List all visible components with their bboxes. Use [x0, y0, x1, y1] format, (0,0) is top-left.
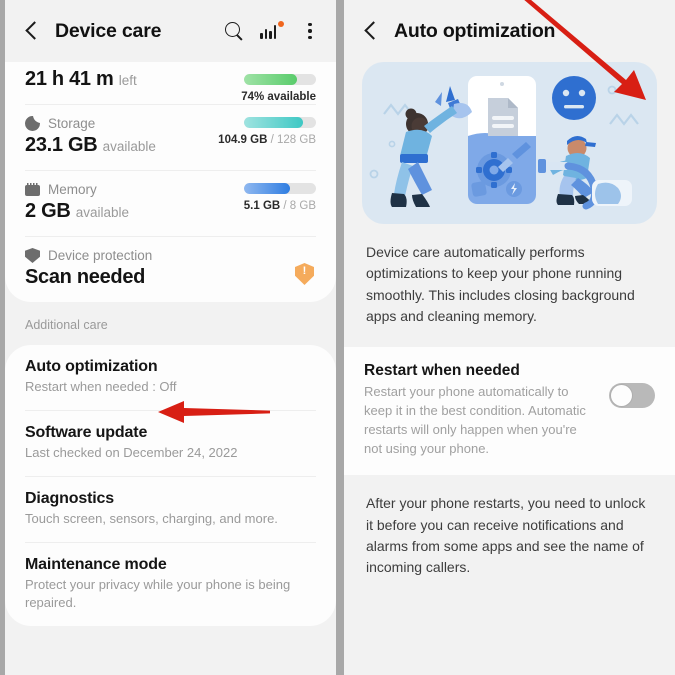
protection-value: Scan needed [25, 266, 146, 288]
storage-meter-text: 104.9 GB / 128 GB [218, 134, 316, 146]
appbar-actions [222, 19, 322, 43]
restart-when-needed-toggle[interactable] [609, 383, 655, 409]
illustration-wrap [344, 62, 675, 224]
storage-meter-fill [244, 117, 304, 128]
left-appbar: Device care [5, 0, 336, 62]
more-options-icon[interactable] [298, 19, 322, 43]
battery-meter-fill [244, 74, 298, 85]
right-appbar: Auto optimization [344, 0, 675, 62]
battery-meter-text: 74% available [241, 91, 316, 103]
page-title: Auto optimization [394, 19, 556, 42]
section-label-additional-care: Additional care [25, 318, 108, 332]
setting-title: Restart when needed [364, 362, 520, 380]
pie-chart-icon [25, 115, 41, 131]
storage-meter: 104.9 GB / 128 GB [184, 117, 316, 146]
device-care-panel: Device care 21 h 41 m left 74% available… [5, 0, 336, 675]
memory-chip-icon [25, 182, 40, 196]
list-item-software-update[interactable]: Software update Last checked on December… [25, 409, 316, 476]
memory-meter-track [244, 183, 316, 194]
notification-badge-dot [278, 21, 284, 27]
storage-meter-track [244, 117, 316, 128]
device-care-scroll[interactable]: 21 h 41 m left 74% available Storage 23.… [5, 62, 336, 626]
additional-care-card: Auto optimization Restart when needed : … [5, 345, 336, 626]
back-chevron-icon[interactable] [358, 18, 384, 44]
status-row-device-protection[interactable]: Device protection Scan needed [25, 236, 316, 302]
list-item-maintenance-mode[interactable]: Maintenance mode Protect your privacy wh… [25, 541, 316, 626]
status-row-storage[interactable]: Storage 23.1 GB available 104.9 GB / 128… [25, 104, 316, 170]
status-row-memory[interactable]: Memory 2 GB available 5.1 GB / 8 GB [25, 170, 316, 236]
auto-optimization-description: Device care automatically performs optim… [366, 244, 635, 324]
list-item-diagnostics[interactable]: Diagnostics Touch screen, sensors, charg… [25, 475, 316, 542]
shield-icon [25, 248, 40, 263]
setting-description: Restart your phone automatically to keep… [364, 384, 586, 456]
status-card: 21 h 41 m left 74% available Storage 23.… [5, 62, 336, 302]
page-title: Device care [55, 19, 162, 42]
bar-chart-icon[interactable] [260, 19, 284, 43]
protection-head: Device protection [25, 248, 316, 263]
memory-meter-fill [244, 183, 291, 194]
status-row-battery[interactable]: 21 h 41 m left 74% available [25, 62, 316, 104]
memory-meter-text: 5.1 GB / 8 GB [243, 200, 316, 212]
restart-when-needed-setting[interactable]: Restart when needed Restart your phone a… [344, 347, 675, 476]
memory-meter: 5.1 GB / 8 GB [184, 183, 316, 212]
screenshot-stage: Device care 21 h 41 m left 74% available… [0, 0, 675, 675]
device-care-optimization-illustration [362, 62, 657, 224]
back-chevron-icon[interactable] [19, 18, 45, 44]
battery-meter: 74% available [184, 74, 316, 103]
auto-optimization-panel: Auto optimization Device care automatica… [344, 0, 675, 675]
search-icon[interactable] [222, 19, 246, 43]
toggle-knob [611, 385, 632, 407]
list-item-auto-optimization[interactable]: Auto optimization Restart when needed : … [25, 345, 316, 410]
auto-optimization-footer-note: After your phone restarts, you need to u… [366, 495, 646, 576]
battery-meter-track [244, 74, 316, 85]
